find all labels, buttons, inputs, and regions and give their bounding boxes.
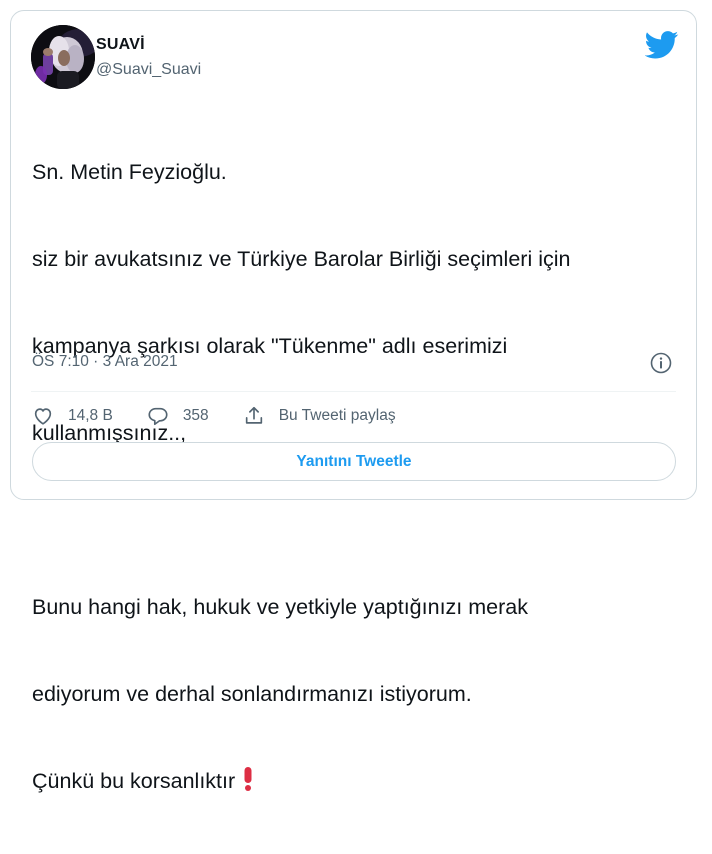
tweet-line: Çünkü bu korsanlıktır <box>32 769 236 793</box>
red-exclamation-icon <box>243 767 253 791</box>
tweet-line <box>32 506 672 535</box>
info-icon[interactable] <box>650 352 672 374</box>
twitter-bird-icon[interactable] <box>644 31 679 59</box>
share-label: Bu Tweeti paylaş <box>278 407 396 424</box>
like-count: 14,8 B <box>68 407 113 424</box>
avatar[interactable] <box>31 25 95 89</box>
avatar-image <box>31 25 95 89</box>
user-handle[interactable]: @Suavi_Suavi <box>96 61 201 79</box>
tweet-line: siz bir avukatsınız ve Türkiye Barolar B… <box>32 247 571 271</box>
like-button[interactable]: 14,8 B <box>32 405 113 427</box>
reply-button[interactable]: 358 <box>147 405 209 427</box>
tweet-line: Bunu hangi hak, hukuk ve yetkiyle yaptığ… <box>32 595 528 619</box>
tweet-line: ediyorum ve derhal sonlandırmanızı istiy… <box>32 682 472 706</box>
reply-count: 358 <box>182 407 209 424</box>
tweet-line-last: Çünkü bu korsanlıktır <box>32 767 672 796</box>
display-name[interactable]: SUAVİ <box>96 36 145 54</box>
tweet-timestamp[interactable]: ÖS 7:10 · 3 Ara 2021 <box>32 353 178 371</box>
share-icon <box>243 405 265 427</box>
tweet-your-reply-button[interactable]: Yanıtını Tweetle <box>32 442 676 481</box>
tweet-line: Sn. Metin Feyzioğlu. <box>32 160 227 184</box>
share-button[interactable]: Bu Tweeti paylaş <box>243 405 396 427</box>
tweet-card: SUAVİ @Suavi_Suavi Sn. Metin Feyzioğlu. … <box>10 10 697 793</box>
divider <box>31 391 676 392</box>
heart-icon <box>32 405 54 427</box>
speech-bubble-icon <box>147 405 169 427</box>
action-bar: 14,8 B 358 Bu Tweeti paylaş <box>32 402 396 430</box>
